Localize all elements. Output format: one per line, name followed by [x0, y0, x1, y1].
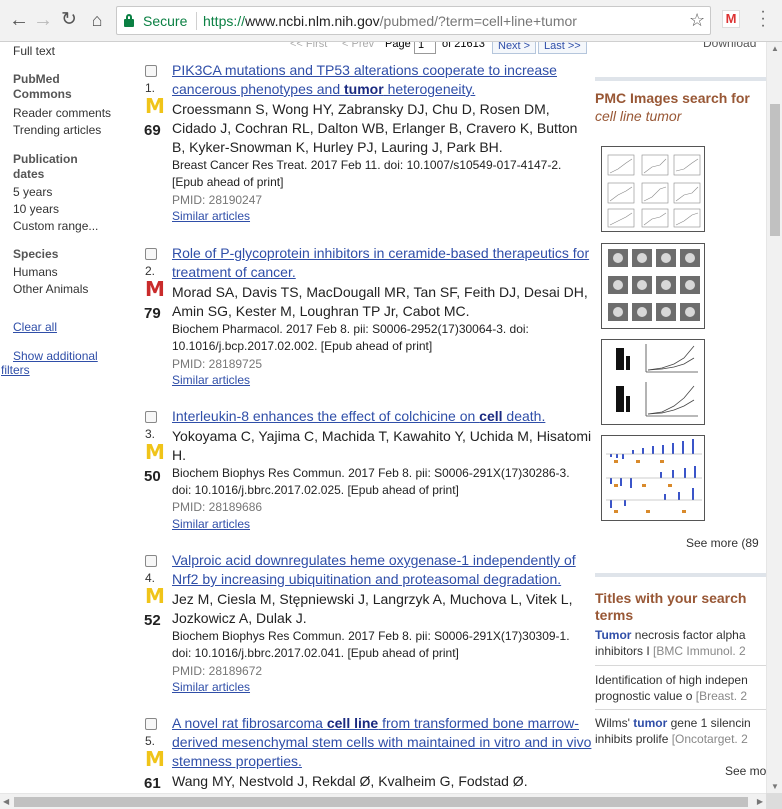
url-text[interactable]: https://www.ncbi.nlm.nih.gov/pubmed/?ter… [203, 13, 577, 29]
result-score: 79 [144, 305, 161, 322]
horizontal-scrollbar[interactable]: ◀ ▶ [0, 793, 766, 809]
show-additional-filters-link[interactable]: Show additional [13, 349, 98, 363]
result-checkbox[interactable] [145, 411, 157, 423]
similar-articles-link[interactable]: Similar articles [172, 373, 250, 387]
filter-10-years[interactable]: 10 years [13, 202, 59, 216]
result-pmid: PMID: 28189686 [172, 500, 263, 514]
result-title-link[interactable]: Role of P-glycoprotein inhibitors in cer… [172, 244, 592, 282]
home-icon[interactable]: ⌂ [86, 9, 108, 31]
result-authors: Wang MY, Nestvold J, Rekdal Ø, Kvalheim … [172, 773, 528, 789]
see-more-titles-link[interactable]: See mo [725, 764, 766, 778]
altmetric-m-icon[interactable]: M [145, 586, 165, 606]
filter-humans[interactable]: Humans [13, 265, 58, 279]
pager-last-button[interactable]: Last >> [538, 42, 587, 54]
filter-reader-comments[interactable]: Reader comments [13, 106, 111, 120]
browser-toolbar: ← → ↻ ⌂ Secure https://www.ncbi.nlm.nih.… [0, 0, 782, 42]
result-title-link[interactable]: Valproic acid downregulates heme oxygena… [172, 551, 592, 589]
address-bar[interactable]: Secure https://www.ncbi.nlm.nih.gov/pubm… [116, 6, 711, 35]
filter-heading-pubmed-commons: PubMed Commons [13, 72, 72, 101]
pmc-images-heading: PMC Images search for [595, 90, 750, 106]
vertical-scroll-thumb[interactable] [770, 104, 780, 236]
scroll-down-arrow-icon[interactable]: ▼ [771, 782, 779, 791]
pager-total: of 21613 [442, 42, 485, 50]
filter-full-text[interactable]: Full text [13, 44, 55, 58]
result-number: 2. [145, 264, 156, 278]
pager-next-button[interactable]: Next > [492, 42, 537, 54]
result-title-link[interactable]: Interleukin-8 enhances the effect of col… [172, 407, 592, 426]
reload-icon[interactable]: ↻ [58, 9, 80, 31]
pmc-image-thumbnail[interactable] [601, 243, 705, 329]
related-title-item[interactable]: Identification of high indepen prognosti… [595, 672, 766, 704]
page-content: Full text PubMed Commons Reader comments… [0, 42, 766, 793]
filter-heading-publication-dates: Publication dates [13, 152, 78, 181]
altmetric-m-icon[interactable]: M [145, 279, 165, 299]
pmc-image-thumbnail[interactable] [601, 339, 705, 425]
related-title-item[interactable]: Tumor necrosis factor alpha inhibitors I… [595, 627, 766, 659]
result-pmid: PMID: 28189672 [172, 664, 263, 678]
result-checkbox[interactable] [145, 65, 157, 77]
result-checkbox[interactable] [145, 555, 157, 567]
pager-prev: < Prev [342, 42, 375, 50]
security-label: Secure [143, 13, 188, 29]
titles-search-terms-heading: Titles with your search terms [595, 590, 747, 623]
result-score: 52 [144, 612, 161, 629]
bookmark-star-icon[interactable]: ☆ [689, 10, 705, 31]
pmc-image-thumbnail[interactable] [601, 435, 705, 521]
filter-trending-articles[interactable]: Trending articles [13, 123, 101, 137]
similar-articles-link[interactable]: Similar articles [172, 680, 250, 694]
result-authors: Morad SA, Davis TS, MacDougall MR, Tan S… [172, 284, 588, 319]
result-checkbox[interactable] [145, 718, 157, 730]
menu-icon[interactable]: · · · [759, 4, 767, 34]
similar-articles-link[interactable]: Similar articles [172, 209, 250, 223]
result-citation: Biochem Biophys Res Commun. 2017 Feb 8. … [172, 629, 570, 660]
pager-first: << First [290, 42, 328, 50]
result-authors: Yokoyama C, Yajima C, Machida T, Kawahit… [172, 428, 592, 463]
show-additional-filters-link-2[interactable]: filters [1, 363, 30, 377]
altmetric-m-icon[interactable]: M [145, 749, 165, 769]
result-pmid: PMID: 28190247 [172, 193, 263, 207]
result-citation: Breast Cancer Res Treat. 2017 Feb 11. do… [172, 158, 562, 189]
result-number: 3. [145, 427, 156, 441]
altmetric-m-icon[interactable]: M [145, 96, 165, 116]
result-number: 5. [145, 734, 156, 748]
result-citation: Biochem Biophys Res Commun. 2017 Feb 8. … [172, 466, 570, 497]
scroll-right-arrow-icon[interactable]: ▶ [757, 797, 763, 806]
result-authors: Croessmann S, Wong HY, Zabransky DJ, Chu… [172, 101, 578, 155]
extension-icon[interactable]: M [722, 10, 740, 28]
pmc-image-thumbnail[interactable] [601, 146, 705, 232]
back-arrow-icon[interactable]: ← [8, 9, 30, 31]
similar-articles-link[interactable]: Similar articles [172, 517, 250, 531]
altmetric-m-icon[interactable]: M [145, 442, 165, 462]
result-title-link[interactable]: PIK3CA mutations and TP53 alterations co… [172, 61, 592, 99]
scroll-left-arrow-icon[interactable]: ◀ [3, 797, 9, 806]
pager-page-label: Page [385, 42, 411, 50]
horizontal-scroll-thumb[interactable] [14, 797, 748, 807]
pmc-images-term-link[interactable]: cell line tumor [595, 108, 681, 124]
result-title-link[interactable]: A novel rat fibrosarcoma cell line from … [172, 714, 592, 771]
result-pmid: PMID: 28189725 [172, 357, 263, 371]
result-number: 4. [145, 571, 156, 585]
result-checkbox[interactable] [145, 248, 157, 260]
result-score: 50 [144, 468, 161, 485]
related-title-item[interactable]: Wilms' tumor gene 1 silencin inhibits pr… [595, 715, 766, 747]
page-number-input[interactable]: 1 [414, 42, 436, 54]
result-number: 1. [145, 81, 156, 95]
result-citation: Biochem Pharmacol. 2017 Feb 8. pii: S000… [172, 322, 529, 353]
download-link[interactable]: Download [703, 42, 756, 50]
forward-arrow-icon[interactable]: → [32, 9, 54, 31]
result-authors: Jez M, Ciesla M, Stępniewski J, Langrzyk… [172, 591, 573, 626]
result-score: 69 [144, 122, 161, 139]
filter-heading-species: Species [13, 247, 59, 261]
filter-5-years[interactable]: 5 years [13, 185, 52, 199]
filter-other-animals[interactable]: Other Animals [13, 282, 88, 296]
scroll-up-arrow-icon[interactable]: ▲ [771, 44, 779, 53]
filter-custom-range[interactable]: Custom range... [13, 219, 98, 233]
vertical-scrollbar[interactable]: ▲ ▼ [766, 42, 782, 793]
result-score: 61 [144, 775, 161, 792]
lock-icon [124, 14, 134, 27]
see-more-images-link[interactable]: See more (89 [686, 536, 759, 550]
clear-all-link[interactable]: Clear all [13, 320, 57, 334]
